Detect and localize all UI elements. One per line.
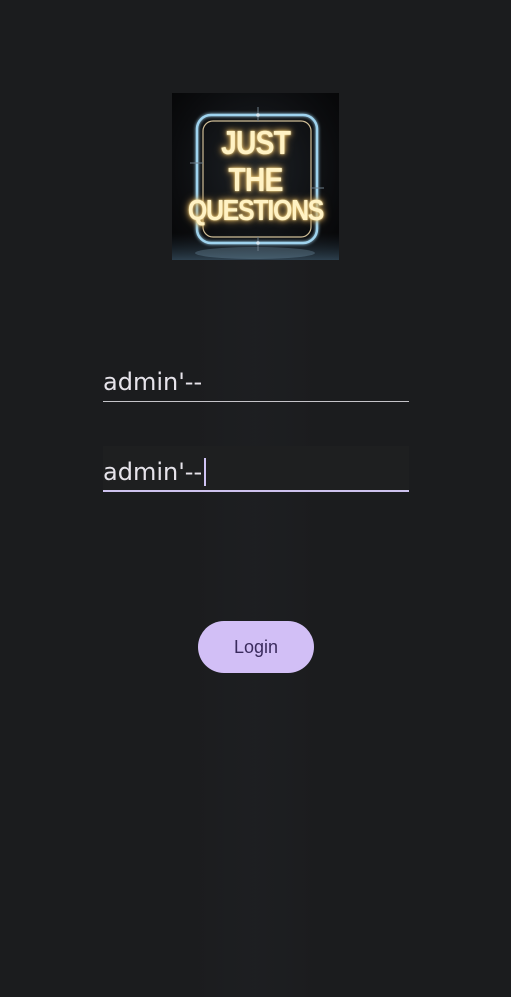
password-field[interactable]: admin'-- [103, 446, 409, 492]
username-field[interactable]: admin'-- [103, 356, 409, 402]
password-value-wrapper: admin'-- [103, 458, 207, 486]
password-underline-focused [103, 490, 409, 492]
logo-line-1: JUST [220, 124, 291, 161]
logo-line-3: QUESTIONS [187, 195, 325, 227]
text-cursor [204, 458, 207, 486]
password-value: admin'-- [103, 458, 203, 486]
app-logo: JUST THE QUESTIONS [172, 93, 339, 260]
logo-line-2: THE [228, 161, 283, 198]
login-button[interactable]: Login [198, 621, 314, 673]
username-underline [103, 401, 409, 402]
logo-wordmark: JUST THE QUESTIONS [172, 93, 339, 260]
username-value: admin'-- [103, 368, 203, 396]
